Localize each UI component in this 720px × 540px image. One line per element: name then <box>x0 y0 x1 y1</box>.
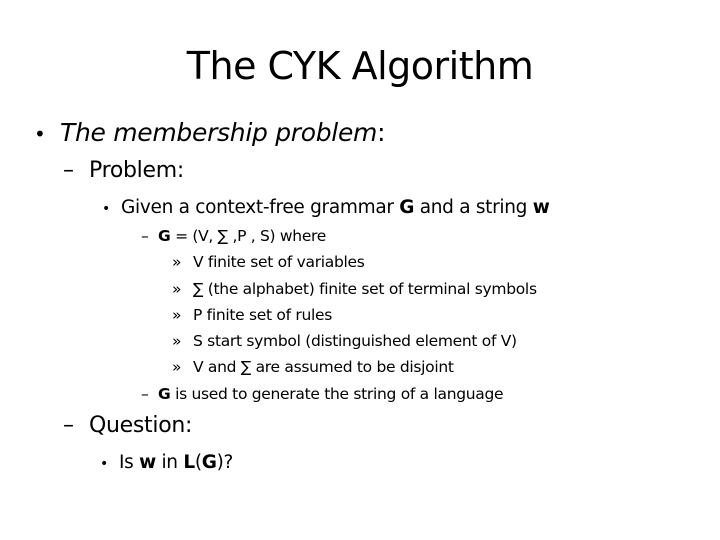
component-text: V finite set of variables <box>193 253 365 271</box>
paren-question: )? <box>216 452 234 473</box>
component-item: » ∑ (the alphabet) finite set of terminal… <box>172 280 537 298</box>
raquo-icon: » <box>172 306 182 324</box>
raquo-icon: » <box>172 280 182 298</box>
language-symbol: L <box>183 452 195 473</box>
bullet-given: • Given a context-free grammar G and a st… <box>102 197 550 218</box>
grammar-usage: – G is used to generate the string of a l… <box>141 385 504 403</box>
grammar-symbol: G <box>158 227 171 245</box>
colon: : <box>377 118 386 147</box>
string-symbol: w <box>532 197 550 218</box>
dash-icon: – <box>141 385 149 403</box>
bullet-icon: • <box>100 456 108 472</box>
raquo-icon: » <box>172 253 182 271</box>
grammar-definition: – G = (V, ∑ ,P , S) where <box>141 227 326 245</box>
bullet-icon: • <box>102 201 110 217</box>
component-item: » P finite set of rules <box>172 306 332 324</box>
dash-icon: – <box>63 413 74 438</box>
grammar-symbol: G <box>201 452 217 473</box>
bullet-membership-problem: • The membership problem: <box>34 118 386 147</box>
bullet-question-item: • Is w in L(G)? <box>100 452 233 473</box>
dash-icon: – <box>141 227 149 245</box>
membership-problem-text: The membership problem <box>60 118 378 147</box>
paren: ( <box>194 452 202 473</box>
grammar-symbol: G <box>158 385 171 403</box>
component-text: V and ∑ are assumed to be disjoint <box>193 358 454 376</box>
grammar-definition-text: = (V, ∑ ,P , S) where <box>170 227 327 245</box>
slide: The CYK Algorithm • The membership proble… <box>0 0 720 540</box>
problem-label: Problem: <box>89 158 184 183</box>
grammar-usage-text: is used to generate the string of a lang… <box>170 385 504 403</box>
dash-icon: – <box>63 158 74 183</box>
grammar-symbol: G <box>399 197 415 218</box>
question-text-2: in <box>155 452 184 473</box>
raquo-icon: » <box>172 358 182 376</box>
given-text-2: and a string <box>414 197 533 218</box>
string-symbol: w <box>139 452 156 473</box>
question-text: Is <box>119 452 140 473</box>
component-text: ∑ (the alphabet) finite set of terminal … <box>193 280 537 298</box>
question-label: Question: <box>89 413 193 438</box>
slide-title: The CYK Algorithm <box>186 44 534 88</box>
raquo-icon: » <box>172 332 182 350</box>
component-text: P finite set of rules <box>193 306 333 324</box>
component-item: » V finite set of variables <box>172 253 365 271</box>
component-item: » V and ∑ are assumed to be disjoint <box>172 358 454 376</box>
bullet-icon: • <box>34 122 46 146</box>
sub-bullet-question: – Question: <box>63 413 192 438</box>
component-item: » S start symbol (distinguished element o… <box>172 332 517 350</box>
sub-bullet-problem: – Problem: <box>63 158 184 183</box>
given-text: Given a context-free grammar <box>121 197 400 218</box>
component-text: S start symbol (distinguished element of… <box>193 332 517 350</box>
